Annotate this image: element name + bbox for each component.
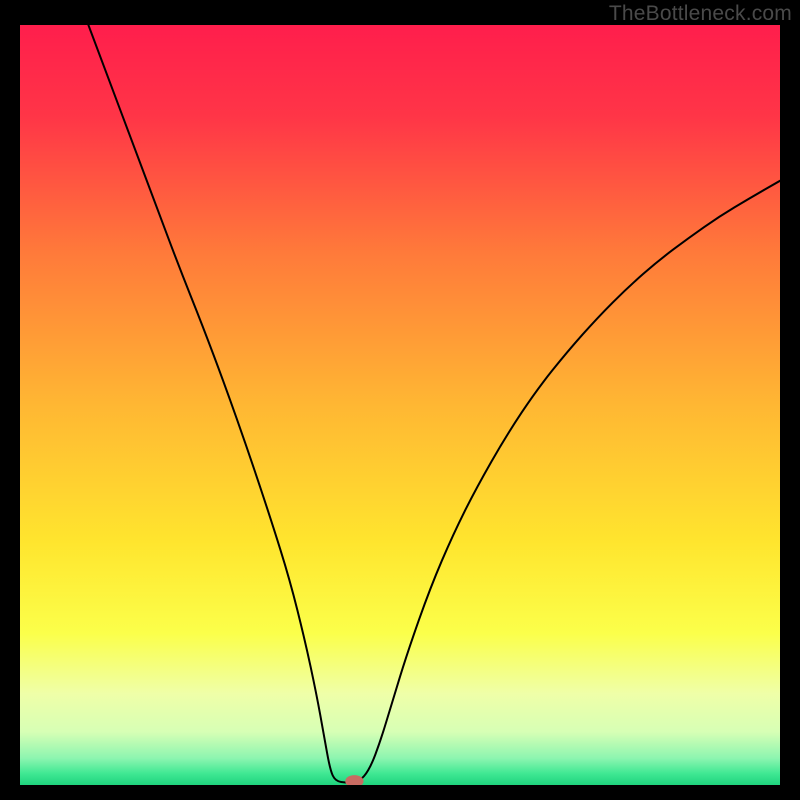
- gradient-background: [20, 25, 780, 785]
- chart-frame: TheBottleneck.com: [0, 0, 800, 800]
- watermark-text: TheBottleneck.com: [609, 2, 792, 26]
- bottleneck-chart: [20, 25, 780, 785]
